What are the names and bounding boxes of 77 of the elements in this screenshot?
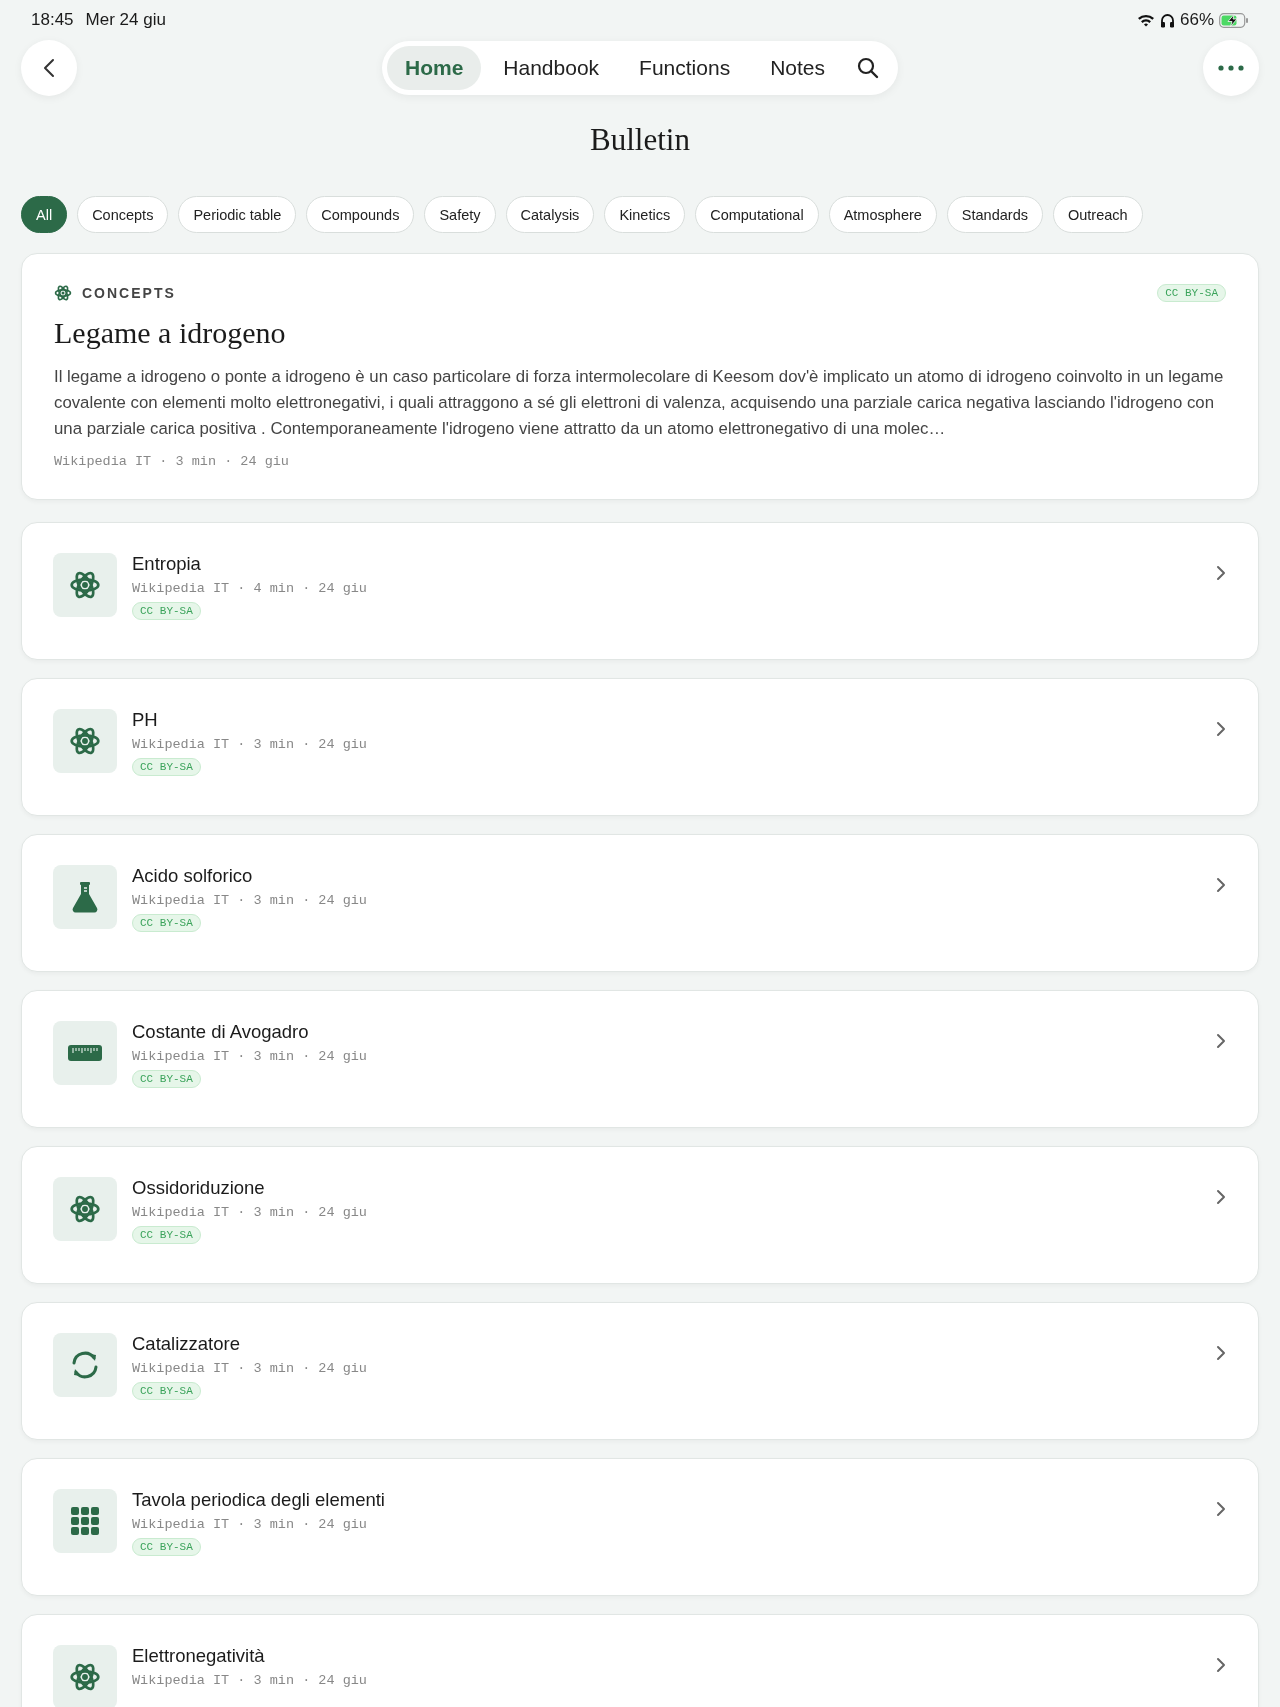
filter-chip[interactable]: All bbox=[21, 196, 68, 233]
article-card[interactable]: Catalizzatore Wikipedia IT · 3 min · 24 giu CC BY-SA bbox=[21, 1302, 1259, 1440]
filter-chip[interactable]: Concepts bbox=[77, 196, 169, 233]
battery-percentage: 66% bbox=[1179, 10, 1214, 30]
status-time: 18:45 bbox=[31, 10, 74, 30]
article-meta: Wikipedia IT · 3 min · 24 giu bbox=[54, 454, 290, 469]
article-card[interactable]: Tavola periodica degli elementi Wikipedia IT · 3 min · 24 giu CC BY-SA bbox=[21, 1458, 1259, 1596]
nav-tab[interactable]: Handbook bbox=[485, 46, 618, 90]
chevron-right-icon bbox=[1216, 877, 1226, 893]
headphones-icon bbox=[1159, 12, 1175, 28]
article-title: Costante di Avogadro bbox=[132, 1021, 309, 1043]
article-card[interactable]: Ossidoriduzione Wikipedia IT · 3 min · 24 giu CC BY-SA bbox=[21, 1146, 1259, 1284]
article-title: Legame a idrogeno bbox=[54, 316, 287, 350]
article-meta: Wikipedia IT · 3 min · 24 giu bbox=[132, 1673, 367, 1688]
license-tag: CC BY-SA bbox=[132, 914, 201, 932]
status-date: Mer 24 giu bbox=[85, 10, 166, 30]
chevron-right-icon bbox=[1216, 565, 1226, 581]
atom-icon bbox=[69, 569, 101, 601]
page-title: Bulletin bbox=[589, 122, 691, 158]
filter-chip[interactable]: Kinetics bbox=[604, 196, 686, 233]
filter-chip[interactable]: Outreach bbox=[1052, 196, 1143, 233]
chevron-left-icon bbox=[43, 58, 55, 78]
ruler-icon bbox=[68, 1045, 102, 1061]
filter-chip[interactable]: Periodic table bbox=[178, 196, 297, 233]
license-tag: CC BY-SA bbox=[132, 1382, 201, 1400]
article-card[interactable]: Acido solforico Wikipedia IT · 3 min · 24 giu CC BY-SA bbox=[21, 834, 1259, 972]
more-icon bbox=[1218, 65, 1244, 71]
chevron-right-icon bbox=[1216, 1189, 1226, 1205]
article-meta: Wikipedia IT · 3 min · 24 giu bbox=[132, 1049, 367, 1064]
article-meta: Wikipedia IT · 3 min · 24 giu bbox=[132, 737, 367, 752]
chevron-right-icon bbox=[1216, 721, 1226, 737]
atom-icon bbox=[69, 1193, 101, 1225]
filter-chip[interactable]: Atmosphere bbox=[828, 196, 937, 233]
wifi-icon bbox=[1136, 13, 1155, 27]
article-meta: Wikipedia IT · 3 min · 24 giu bbox=[132, 1361, 367, 1376]
article-title: Acido solforico bbox=[132, 865, 253, 887]
license-tag: CC BY-SA bbox=[132, 602, 201, 620]
license-tag: CC BY-SA bbox=[132, 758, 201, 776]
article-title: Catalizzatore bbox=[132, 1333, 240, 1355]
article-meta: Wikipedia IT · 3 min · 24 giu bbox=[132, 1517, 367, 1532]
license-tag: CC BY-SA bbox=[132, 1226, 201, 1244]
nav-tab[interactable]: Notes bbox=[752, 46, 843, 90]
grid-icon bbox=[71, 1507, 99, 1535]
article-card[interactable]: Elettronegatività Wikipedia IT · 3 min · 24 giu bbox=[21, 1614, 1259, 1707]
chevron-right-icon bbox=[1216, 1657, 1226, 1673]
filter-chip[interactable]: Standards bbox=[946, 196, 1043, 233]
article-title: PH bbox=[132, 709, 158, 731]
chevron-right-icon bbox=[1216, 1033, 1226, 1049]
filter-chip[interactable]: Computational bbox=[695, 196, 819, 233]
atom-icon bbox=[69, 725, 101, 757]
article-card[interactable]: PH Wikipedia IT · 3 min · 24 giu CC BY-SA bbox=[21, 678, 1259, 816]
atom-icon bbox=[69, 1661, 101, 1693]
featured-card[interactable] bbox=[21, 253, 1259, 500]
article-title: Tavola periodica degli elementi bbox=[132, 1489, 385, 1511]
atom-icon bbox=[54, 284, 72, 302]
search-icon[interactable] bbox=[857, 57, 879, 79]
license-tag: CC BY-SA bbox=[132, 1538, 201, 1556]
article-excerpt: Il legame a idrogeno o ponte a idrogeno è un caso particolare di forza intermolecolare di Keesom dov'è implicato un atomo di idrogeno coinvolto in un legame covalente con elementi molto elettronegativi, i quali attraggono a sé gli elettroni di valenza, acquisendo una parziale carica negativa lasciando l'idrogeno con una parziale carica positiva . Contemporaneamente l'idrogeno viene attratto da un atomo elettronegativo di una molec… bbox=[54, 366, 1225, 440]
article-card[interactable]: Costante di Avogadro Wikipedia IT · 3 min · 24 giu CC BY-SA bbox=[21, 990, 1259, 1128]
nav-tab[interactable]: Functions bbox=[621, 46, 749, 90]
article-meta: Wikipedia IT · 4 min · 24 giu bbox=[132, 581, 367, 596]
license-tag: CC BY-SA bbox=[132, 1070, 201, 1088]
article-title: Entropia bbox=[132, 553, 201, 575]
chevron-right-icon bbox=[1216, 1501, 1226, 1517]
filter-chip[interactable]: Safety bbox=[424, 196, 496, 233]
filter-chip[interactable]: Catalysis bbox=[505, 196, 595, 233]
chevron-right-icon bbox=[1216, 1345, 1226, 1361]
category-label: CONCEPTS bbox=[82, 285, 176, 301]
article-title: Elettronegatività bbox=[132, 1645, 265, 1667]
article-meta: Wikipedia IT · 3 min · 24 giu bbox=[132, 1205, 367, 1220]
flask-icon bbox=[71, 881, 99, 913]
article-title: Ossidoriduzione bbox=[132, 1177, 265, 1199]
nav-tab[interactable]: Home bbox=[387, 46, 482, 90]
license-tag: CC BY-SA bbox=[1157, 284, 1226, 302]
article-card[interactable]: Entropia Wikipedia IT · 4 min · 24 giu CC BY-SA bbox=[21, 522, 1259, 660]
article-meta: Wikipedia IT · 3 min · 24 giu bbox=[132, 893, 367, 908]
filter-chip[interactable]: Compounds bbox=[306, 196, 415, 233]
